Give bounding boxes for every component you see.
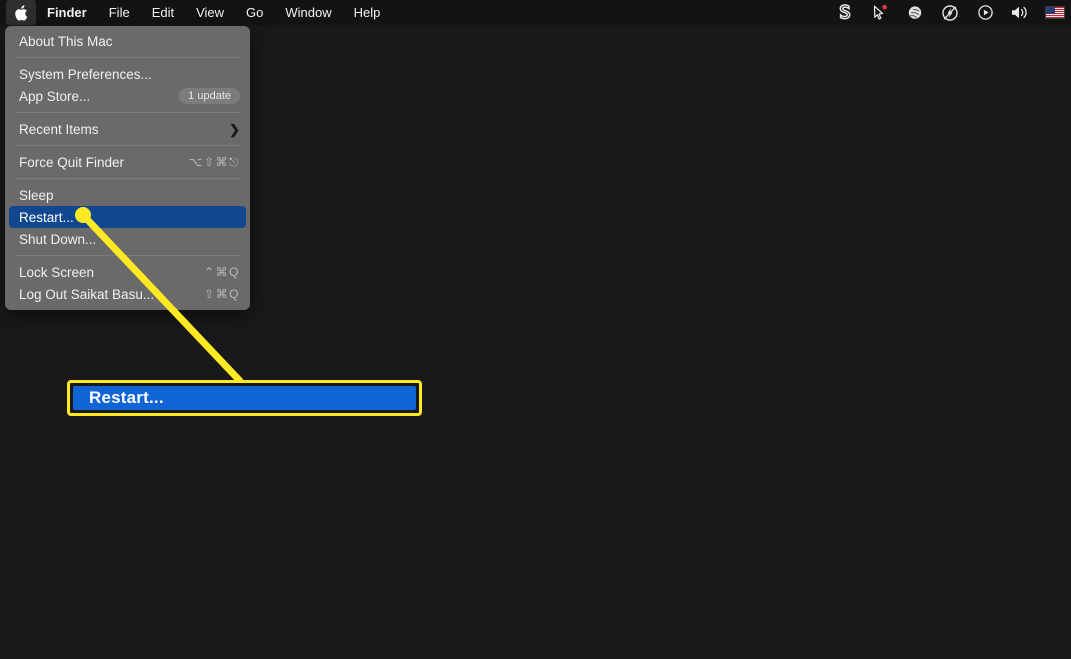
menu-separator [15, 145, 240, 146]
menu-item-label: App Store... [19, 89, 179, 104]
menu-bar-item-window[interactable]: Window [274, 0, 342, 25]
menu-item-label: Restart... [19, 210, 236, 225]
menu-item-restart[interactable]: Restart... [9, 206, 246, 228]
menu-separator [15, 57, 240, 58]
app-store-update-badge: 1 update [179, 88, 240, 104]
cursor-badge-icon[interactable] [870, 0, 890, 25]
menu-bar-item-help[interactable]: Help [343, 0, 392, 25]
menu-bar-item-go[interactable]: Go [235, 0, 274, 25]
apple-logo-icon[interactable] [6, 0, 36, 25]
menu-separator [15, 112, 240, 113]
menu-bar-status-items [835, 0, 1065, 25]
menu-item-lock-screen[interactable]: Lock Screen ⌃⌘Q [5, 261, 250, 283]
menu-item-label: Lock Screen [19, 265, 204, 280]
apple-dropdown-menu[interactable]: About This Mac System Preferences... App… [5, 26, 250, 310]
restart-callout-fill: Restart... [73, 386, 416, 410]
menu-item-label: Recent Items [19, 122, 229, 137]
menu-item-shortcut: ⌥⇧⌘⎋ [189, 155, 240, 170]
menu-item-about-this-mac[interactable]: About This Mac [5, 30, 250, 52]
menu-item-label: Log Out Saikat Basu... [19, 287, 204, 302]
menu-item-sleep[interactable]: Sleep [5, 184, 250, 206]
menu-bar-item-file[interactable]: File [98, 0, 141, 25]
chevron-right-icon: ❯ [229, 123, 240, 136]
menu-bar-item-view[interactable]: View [185, 0, 235, 25]
us-flag-icon[interactable] [1045, 0, 1065, 25]
menu-item-recent-items[interactable]: Recent Items ❯ [5, 118, 250, 140]
menu-item-shut-down[interactable]: Shut Down... [5, 228, 250, 250]
play-circle-icon[interactable] [975, 0, 995, 25]
menu-item-label: Shut Down... [19, 232, 240, 247]
menu-item-label: System Preferences... [19, 67, 240, 82]
menu-bar-item-edit[interactable]: Edit [141, 0, 185, 25]
volume-icon[interactable] [1010, 0, 1030, 25]
menu-item-shortcut: ⇧⌘Q [204, 287, 240, 301]
macos-menu-bar: Finder File Edit View Go Window Help [0, 0, 1071, 25]
menu-item-force-quit-finder[interactable]: Force Quit Finder ⌥⇧⌘⎋ [5, 151, 250, 173]
menu-item-log-out[interactable]: Log Out Saikat Basu... ⇧⌘Q [5, 283, 250, 305]
menu-item-label: About This Mac [19, 34, 240, 49]
menu-item-system-preferences[interactable]: System Preferences... [5, 63, 250, 85]
flash-blocked-icon[interactable] [940, 0, 960, 25]
moon-cloud-icon[interactable] [905, 0, 925, 25]
menu-bar-item-finder[interactable]: Finder [36, 0, 98, 25]
restart-callout-label: Restart... [73, 388, 164, 408]
sketch-app-icon[interactable] [835, 0, 855, 25]
menu-item-app-store[interactable]: App Store... 1 update [5, 85, 250, 107]
menu-bar-app-menus: Finder File Edit View Go Window Help [0, 0, 391, 25]
menu-item-label: Force Quit Finder [19, 155, 189, 170]
menu-separator [15, 255, 240, 256]
us-flag-glyph [1045, 6, 1065, 19]
restart-callout-box: Restart... [67, 380, 422, 416]
menu-item-shortcut: ⌃⌘Q [204, 265, 240, 279]
menu-item-label: Sleep [19, 188, 240, 203]
menu-separator [15, 178, 240, 179]
